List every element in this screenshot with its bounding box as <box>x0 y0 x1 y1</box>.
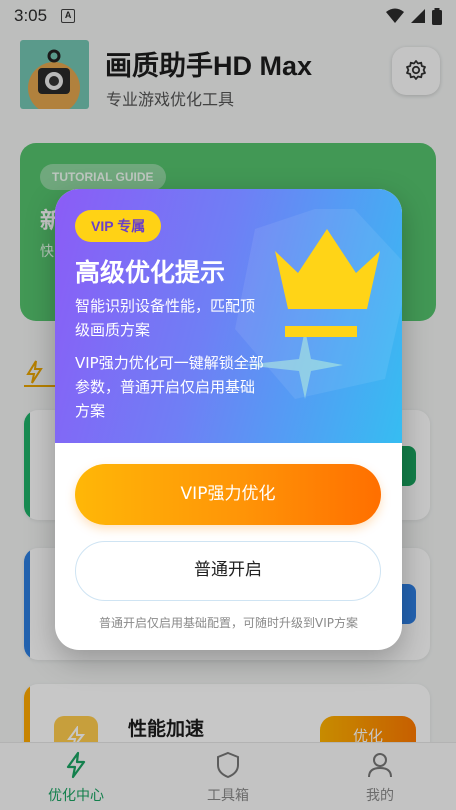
normal-enable-button[interactable]: 普通开启 <box>75 541 381 601</box>
battery-icon <box>432 7 442 25</box>
modal-title: 高级优化提示 <box>75 258 226 287</box>
modal-footnote: 普通开启仅启用基础配置，可随时升级到VIP方案 <box>99 616 358 630</box>
status-icons <box>386 7 442 25</box>
status-time: 3:05 <box>14 6 48 25</box>
modal-header: VIP 专属 高级优化提示 智能识别设备性能，匹配顶级画质方案 VIP强力优化可… <box>55 189 402 443</box>
modal-description-1: 智能识别设备性能，匹配顶级画质方案 <box>75 297 256 339</box>
vip-badge: VIP 专属 <box>75 210 162 242</box>
vip-optimize-button[interactable]: VIP强力优化 <box>75 464 381 525</box>
vip-modal: VIP 专属 高级优化提示 智能识别设备性能，匹配顶级画质方案 VIP强力优化可… <box>55 189 402 650</box>
status-bar: 3:05 A <box>0 0 456 32</box>
wifi-icon <box>386 8 404 23</box>
a-icon: A <box>61 9 76 23</box>
modal-description-2: VIP强力优化可一键解锁全部参数，普通开启仅启用基础方案 <box>75 354 264 420</box>
signal-icon <box>411 9 425 23</box>
